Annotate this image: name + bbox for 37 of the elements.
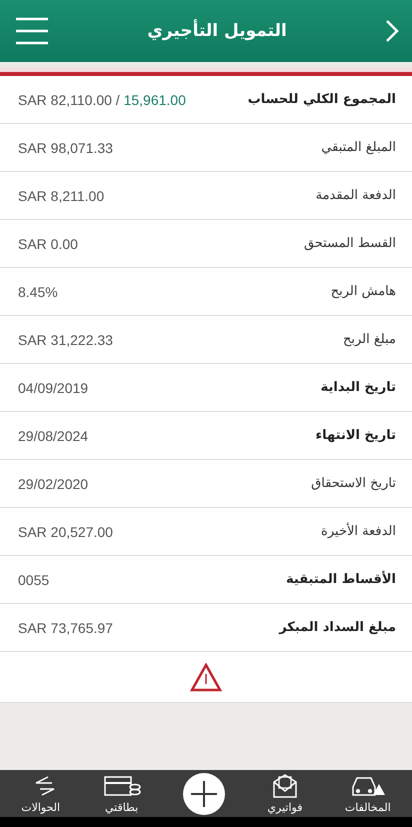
field-label: تاريخ الاستحقاق	[311, 476, 396, 491]
field-value: SAR 20,527.00	[18, 524, 113, 540]
menu-icon	[14, 15, 50, 47]
nav-item[interactable]: الحوالات	[21, 773, 60, 814]
field-value: 29/08/2024	[18, 428, 88, 444]
field-value: 8.45%	[18, 284, 58, 300]
field-label: مبلغ الربح	[343, 332, 396, 347]
menu-button[interactable]	[14, 15, 50, 47]
warning-icon	[190, 662, 222, 692]
field-label: تاريخ البداية	[320, 380, 396, 395]
field-label: الدفعة المقدمة	[316, 188, 396, 203]
field-label: القسط المستحق	[304, 236, 396, 251]
total-value: SAR 82,110.00 / 15,961.00	[18, 92, 186, 108]
field-value: 0055	[18, 572, 50, 588]
add-button[interactable]	[182, 772, 225, 814]
field-label: مبلغ السداد المبكر	[279, 620, 396, 635]
field-label: هامش الربح	[330, 284, 396, 299]
nav-item[interactable]: فواتيري	[267, 773, 302, 814]
envelope-icon	[272, 773, 298, 799]
field-label: تاريخ الانتهاء	[316, 428, 396, 443]
field-value: SAR 0.00	[18, 236, 78, 252]
field-label: الدفعة الأخيرة	[321, 524, 396, 539]
screen-title: التمويل التأجيري	[146, 21, 288, 41]
field-value: 29/02/2020	[18, 476, 88, 492]
chevron-right-icon	[384, 18, 400, 44]
field-value: SAR 8,211.00	[18, 188, 104, 204]
forward-button[interactable]	[384, 18, 400, 44]
field-value: SAR 31,222.33	[18, 332, 113, 348]
plus-icon	[188, 778, 219, 808]
field-value: 04/09/2019	[18, 380, 88, 396]
field-value: SAR 73,765.97	[18, 620, 113, 636]
nav-item[interactable]: بطاقتي	[102, 773, 141, 814]
total-label: المجموع الكلي للحساب	[248, 92, 396, 107]
field-label: المبلغ المتبقي	[321, 140, 396, 155]
nav-item[interactable]: المخالفات	[344, 773, 391, 814]
field-value: SAR 98,071.33	[18, 140, 113, 156]
field-label: الأقساط المتبقية	[286, 572, 396, 587]
